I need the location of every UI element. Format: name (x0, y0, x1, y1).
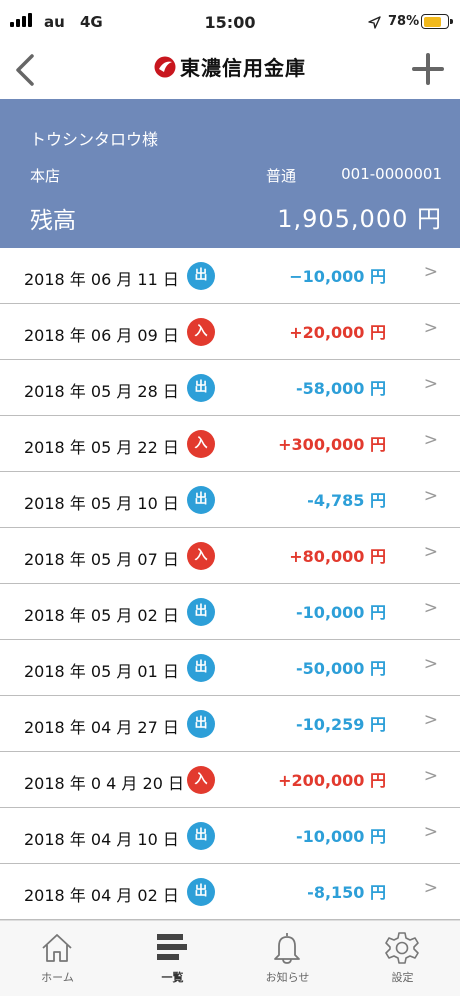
deposit-badge: 入 (187, 318, 215, 346)
tab-settings[interactable]: 設定 (345, 921, 460, 996)
transaction-row[interactable]: 2018 年 05 月 10 日 出 -4,785 円 > (0, 472, 460, 528)
withdrawal-badge: 出 (187, 710, 215, 738)
transaction-date: 2018 年 06 月 11 日 (24, 270, 179, 289)
chevron-right-icon: > (423, 374, 438, 394)
transaction-date: 2018 年 05 月 01 日 (24, 662, 179, 681)
battery-icon (421, 14, 453, 29)
bank-name: 東濃信用金庫 (180, 56, 306, 80)
transaction-row[interactable]: 2018 年 05 月 22 日 入 +300,000 円 > (0, 416, 460, 472)
withdrawal-badge: 出 (187, 262, 215, 290)
tab-bar: ホーム 一覧 お知らせ 設定 (0, 920, 460, 996)
bell-icon (274, 933, 300, 964)
transaction-amount: -58,000 円 (296, 379, 386, 398)
deposit-badge: 入 (187, 766, 215, 794)
transaction-date: 2018 年 04 月 02 日 (24, 886, 179, 905)
chevron-right-icon: > (423, 654, 438, 674)
transaction-row[interactable]: 2018 年 05 月 07 日 入 +80,000 円 > (0, 528, 460, 584)
transaction-row[interactable]: 2018 年 04 月 02 日 出 -8,150 円 > (0, 864, 460, 920)
list-icon (157, 934, 187, 960)
withdrawal-badge: 出 (187, 598, 215, 626)
chevron-right-icon: > (423, 318, 438, 338)
account-number: 001-0000001 (341, 165, 442, 183)
branch-name: 本店 (30, 167, 61, 185)
transaction-amount: -50,000 円 (296, 659, 386, 678)
withdrawal-badge: 出 (187, 486, 215, 514)
chevron-right-icon: > (423, 262, 438, 282)
withdrawal-badge: 出 (187, 374, 215, 402)
account-holder: トウシンタロウ様 (30, 130, 159, 149)
transaction-date: 2018 年 05 月 28 日 (24, 382, 179, 401)
tab-notifications[interactable]: お知らせ (230, 921, 345, 996)
chevron-right-icon: > (423, 766, 438, 786)
transaction-amount: -4,785 円 (307, 491, 386, 510)
transaction-date: 2018 年 05 月 22 日 (24, 438, 179, 457)
transaction-date: 2018 年 05 月 07 日 (24, 550, 179, 569)
tab-label: ホーム (41, 971, 74, 984)
chevron-right-icon: > (423, 542, 438, 562)
chevron-right-icon: > (423, 486, 438, 506)
transaction-row[interactable]: 2018 年 0 4 月 20 日 入 +200,000 円 > (0, 752, 460, 808)
transaction-row[interactable]: 2018 年 06 月 11 日 出 −10,000 円 > (0, 248, 460, 304)
transaction-amount: -10,000 円 (296, 827, 386, 846)
transaction-amount: -8,150 円 (307, 883, 386, 902)
transaction-row[interactable]: 2018 年 04 月 27 日 出 -10,259 円 > (0, 696, 460, 752)
account-summary: トウシンタロウ様 本店 普通 001-0000001 残高 1,905,000 … (0, 99, 460, 248)
balance-value: 1,905,000 円 (277, 205, 442, 233)
balance-label: 残高 (30, 208, 76, 234)
transaction-date: 2018 年 04 月 10 日 (24, 830, 179, 849)
transaction-date: 2018 年 0 4 月 20 日 (24, 774, 184, 793)
withdrawal-badge: 出 (187, 654, 215, 682)
gear-icon (385, 932, 419, 964)
account-type: 普通 (266, 167, 297, 185)
deposit-badge: 入 (187, 542, 215, 570)
battery-percent: 78% (388, 14, 420, 29)
withdrawal-badge: 出 (187, 878, 215, 906)
deposit-badge: 入 (187, 430, 215, 458)
bank-logo-mark-icon (154, 56, 176, 77)
transaction-amount: +200,000 円 (278, 771, 386, 790)
transaction-row[interactable]: 2018 年 05 月 28 日 出 -58,000 円 > (0, 360, 460, 416)
chevron-right-icon: > (423, 598, 438, 618)
transaction-row[interactable]: 2018 年 04 月 10 日 出 -10,000 円 > (0, 808, 460, 864)
transaction-amount: +300,000 円 (278, 435, 386, 454)
plus-icon (412, 53, 444, 85)
tab-label: お知らせ (265, 971, 310, 984)
status-bar: au 4G 15:00 78% (0, 0, 460, 44)
transaction-list: 2018 年 06 月 11 日 出 −10,000 円 > 2018 年 06… (0, 248, 460, 920)
tab-list[interactable]: 一覧 (115, 921, 230, 996)
withdrawal-badge: 出 (187, 822, 215, 850)
location-arrow-icon (368, 14, 381, 33)
tab-label: 設定 (391, 971, 414, 984)
transaction-row[interactable]: 2018 年 05 月 01 日 出 -50,000 円 > (0, 640, 460, 696)
transaction-date: 2018 年 05 月 02 日 (24, 606, 179, 625)
nav-bar: 東濃信用金庫 (0, 44, 460, 99)
transaction-amount: −10,000 円 (289, 267, 386, 286)
chevron-right-icon: > (423, 430, 438, 450)
add-button[interactable] (412, 53, 444, 85)
transaction-date: 2018 年 05 月 10 日 (24, 494, 179, 513)
chevron-right-icon: > (423, 878, 438, 898)
transaction-amount: +20,000 円 (289, 323, 386, 342)
tab-label: 一覧 (161, 971, 184, 984)
home-icon (42, 934, 72, 962)
transaction-row[interactable]: 2018 年 05 月 02 日 出 -10,000 円 > (0, 584, 460, 640)
transaction-date: 2018 年 06 月 09 日 (24, 326, 179, 345)
transaction-amount: +80,000 円 (289, 547, 386, 566)
tab-home[interactable]: ホーム (0, 921, 115, 996)
transaction-row[interactable]: 2018 年 06 月 09 日 入 +20,000 円 > (0, 304, 460, 360)
transaction-amount: -10,000 円 (296, 603, 386, 622)
chevron-right-icon: > (423, 822, 438, 842)
transaction-date: 2018 年 04 月 27 日 (24, 718, 179, 737)
bank-logo: 東濃信用金庫 (0, 52, 460, 81)
chevron-right-icon: > (423, 710, 438, 730)
transaction-amount: -10,259 円 (296, 715, 386, 734)
